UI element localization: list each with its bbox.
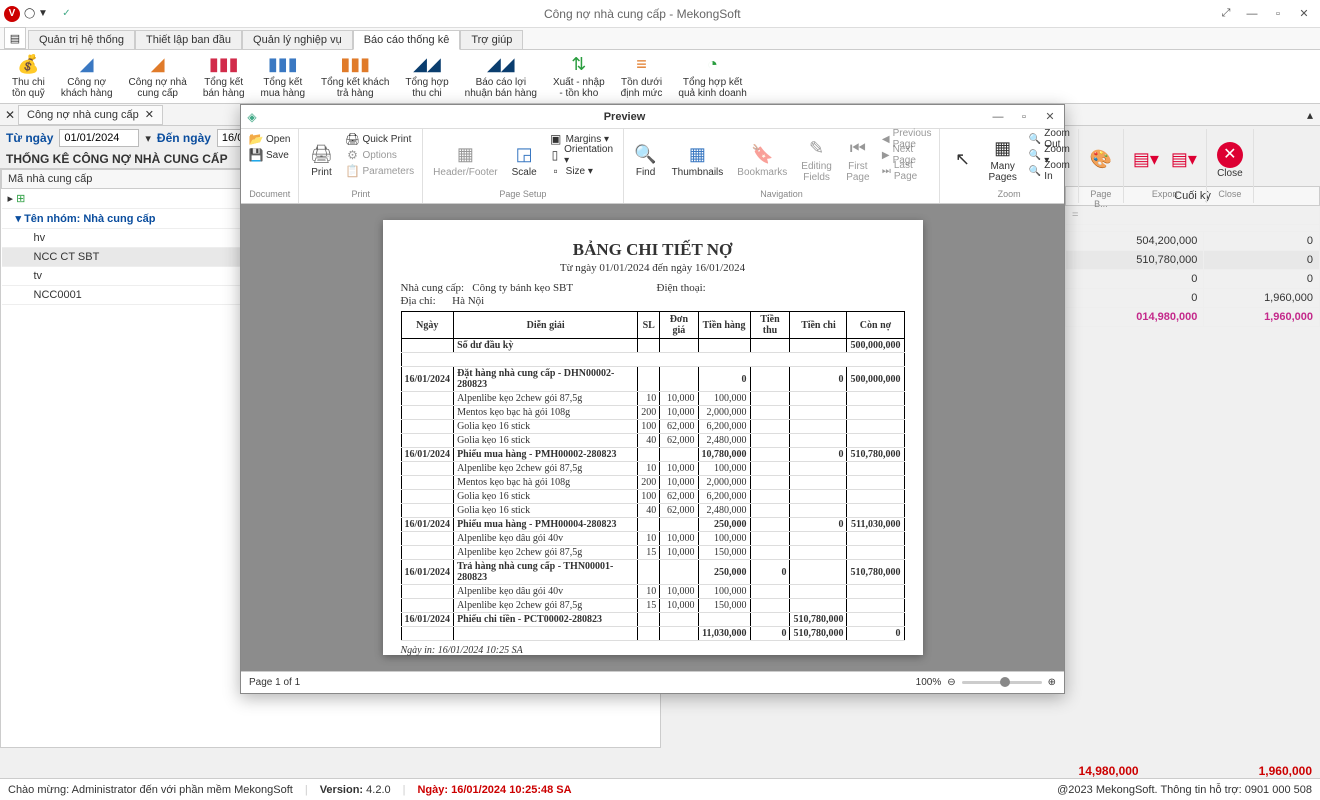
report-page: BẢNG CHI TIẾT NỢ Từ ngày 01/01/2024 đến … [383, 220, 923, 655]
zoom-slider[interactable] [962, 681, 1042, 684]
zoom-plus[interactable]: ⊕ [1048, 677, 1056, 688]
print-date: Ngày in: 16/01/2024 10:25 SA [401, 645, 905, 656]
preview-maximize-button[interactable]: ▫ [1012, 107, 1036, 127]
find-button[interactable]: 🔍Find [628, 131, 664, 189]
last-page-button: ⏭Last Page [878, 163, 936, 179]
to-date-label: Đến ngày [157, 131, 211, 145]
ribbon-btn-5[interactable]: ▮▮▮Tổng kết kháchtrả hàng [313, 52, 397, 101]
zoom-percent: 100% [916, 677, 942, 688]
footer-totals: 14,980,000 1,960,000 [1079, 764, 1312, 778]
right-row[interactable]: 01,960,000 [1066, 289, 1320, 308]
preview-title: Preview [263, 111, 986, 123]
menu-tab-0[interactable]: Quản trị hệ thống [28, 30, 135, 50]
menu-tab-2[interactable]: Quản lý nghiệp vụ [242, 30, 353, 50]
group-header[interactable]: Tên nhóm: Nhà cung cấp [24, 213, 155, 225]
orientation-button[interactable]: ▯Orientation ▾ [545, 147, 619, 163]
parameters-button: 📋Parameters [341, 163, 418, 179]
menu-tab-1[interactable]: Thiết lập ban đầu [135, 30, 242, 50]
ribbon-btn-1[interactable]: ◢Công nợkhách hàng [53, 52, 121, 101]
menu-tab-bar: ▤ Quản trị hệ thốngThiết lập ban đầuQuản… [0, 28, 1320, 50]
ribbon-btn-10[interactable]: ◔Tổng hợp kếtquả kinh doanh [670, 52, 754, 101]
from-date-dropdown-icon[interactable]: ▾ [145, 132, 151, 145]
size-button[interactable]: ▫Size ▾ [545, 163, 619, 179]
zoom-in-button[interactable]: 🔍Zoom In [1025, 163, 1074, 179]
preview-close-button[interactable]: ✕ [1038, 107, 1062, 127]
from-date-input[interactable] [59, 129, 139, 147]
page-indicator: Page 1 of 1 [249, 677, 300, 688]
ribbon-btn-0[interactable]: 💰Thu chitồn quỹ [4, 52, 53, 101]
title-bar: V ◯ ▼ ✓ Công nợ nhà cung cấp - MekongSof… [0, 0, 1320, 28]
thumbnails-button[interactable]: ▦Thumbnails [666, 131, 730, 189]
bookmarks-button: 🔖Bookmarks [731, 131, 793, 189]
ribbon-btn-6[interactable]: ◢◢Tổng hợpthu chi [397, 52, 456, 101]
qa-toolbar: ◯ ▼ ✓ [24, 8, 71, 19]
save-button[interactable]: 💾Save [245, 147, 294, 163]
welcome-text: Chào mừng: Administrator đến với phần mề… [8, 784, 293, 796]
many-pages-button[interactable]: ▦Many Pages [982, 131, 1022, 189]
close-button[interactable]: ✕ [1292, 4, 1316, 24]
ribbon-btn-9[interactable]: ≡Tồn dướiđịnh mức [613, 52, 671, 101]
ribbon-btn-2[interactable]: ◢Công nợ nhàcung cấp [121, 52, 195, 101]
page-bg-button[interactable]: 🎨 [1083, 131, 1119, 189]
scale-button[interactable]: ◲Scale [506, 131, 543, 189]
preview-window: ◈ Preview — ▫ ✕ 📂Open 💾Save Document 🖨Pr… [240, 104, 1065, 694]
menu-tab-4[interactable]: Trợ giúp [460, 30, 523, 50]
export-send-button[interactable]: ▤▾ [1166, 131, 1202, 189]
ribbon-btn-3[interactable]: ▮▮▮Tổng kếtbán hàng [195, 52, 253, 101]
pointer-button[interactable]: ↖ [944, 131, 980, 189]
preview-ribbon: 📂Open 💾Save Document 🖨Print 🖨Quick Print… [241, 129, 1064, 204]
app-icon: V [4, 6, 20, 22]
preview-minimize-button[interactable]: — [986, 107, 1010, 127]
minimize-button[interactable]: — [1240, 4, 1264, 24]
page-title: BẢNG CHI TIẾT NỢ [401, 240, 905, 260]
preview-status-bar: Page 1 of 1 100% ⊖ ⊕ [241, 671, 1064, 693]
page-subtitle: Từ ngày 01/01/2024 đến ngày 16/01/2024 [401, 262, 905, 274]
ribbon-btn-7[interactable]: ◢◢Báo cáo lợinhuận bán hàng [457, 52, 545, 101]
right-row[interactable]: 510,780,0000 [1066, 251, 1320, 270]
file-tab-icon[interactable]: ▤ [4, 27, 26, 49]
export-pdf-button[interactable]: ▤▾ [1128, 131, 1164, 189]
ribbon-btn-4[interactable]: ▮▮▮Tổng kếtmua hàng [253, 52, 313, 101]
ribbon-min-icon[interactable]: ⤢ [1214, 4, 1238, 24]
status-bar: Chào mừng: Administrator đến với phần mề… [0, 778, 1320, 800]
preview-app-icon: ◈ [241, 106, 263, 128]
right-row[interactable]: 00 [1066, 270, 1320, 289]
from-date-label: Từ ngày [6, 131, 53, 145]
close-tab-icon[interactable]: ✕ [145, 108, 154, 121]
zoom-minus[interactable]: ⊖ [947, 677, 955, 688]
first-page-button: ⏮First Page [840, 131, 876, 189]
editing-fields-button: ✎Editing Fields [795, 131, 838, 189]
menu-tab-3[interactable]: Báo cáo thống kê [353, 30, 461, 50]
close-all-tabs[interactable]: ✕ [2, 108, 18, 122]
ribbon-btn-8[interactable]: ⇅Xuất - nhập- tồn kho [545, 52, 613, 101]
preview-close-ribbon[interactable]: ✕Close [1211, 131, 1249, 189]
ribbon: 💰Thu chitồn quỹ◢Công nợkhách hàng◢Công n… [0, 50, 1320, 104]
print-options-button: ⚙Options [341, 147, 418, 163]
right-row[interactable]: 504,200,0000 [1066, 232, 1320, 251]
preview-title-bar: ◈ Preview — ▫ ✕ [241, 105, 1064, 129]
quick-print-button[interactable]: 🖨Quick Print [341, 131, 418, 147]
copyright: @2023 MekongSoft. Thông tin hỗ trợ: 0901… [1057, 784, 1312, 796]
window-title: Công nợ nhà cung cấp - MekongSoft [544, 7, 741, 21]
preview-canvas[interactable]: BẢNG CHI TIẾT NỢ Từ ngày 01/01/2024 đến … [241, 204, 1064, 671]
maximize-button[interactable]: ▫ [1266, 4, 1290, 24]
open-button[interactable]: 📂Open [245, 131, 294, 147]
tabs-chevron-icon[interactable]: ▴ [1302, 108, 1318, 122]
doc-tab-suppliers-debt[interactable]: Công nợ nhà cung cấp ✕ [18, 105, 163, 125]
print-button[interactable]: 🖨Print [303, 131, 339, 189]
header-footer-button: ▦Header/Footer [427, 131, 503, 189]
